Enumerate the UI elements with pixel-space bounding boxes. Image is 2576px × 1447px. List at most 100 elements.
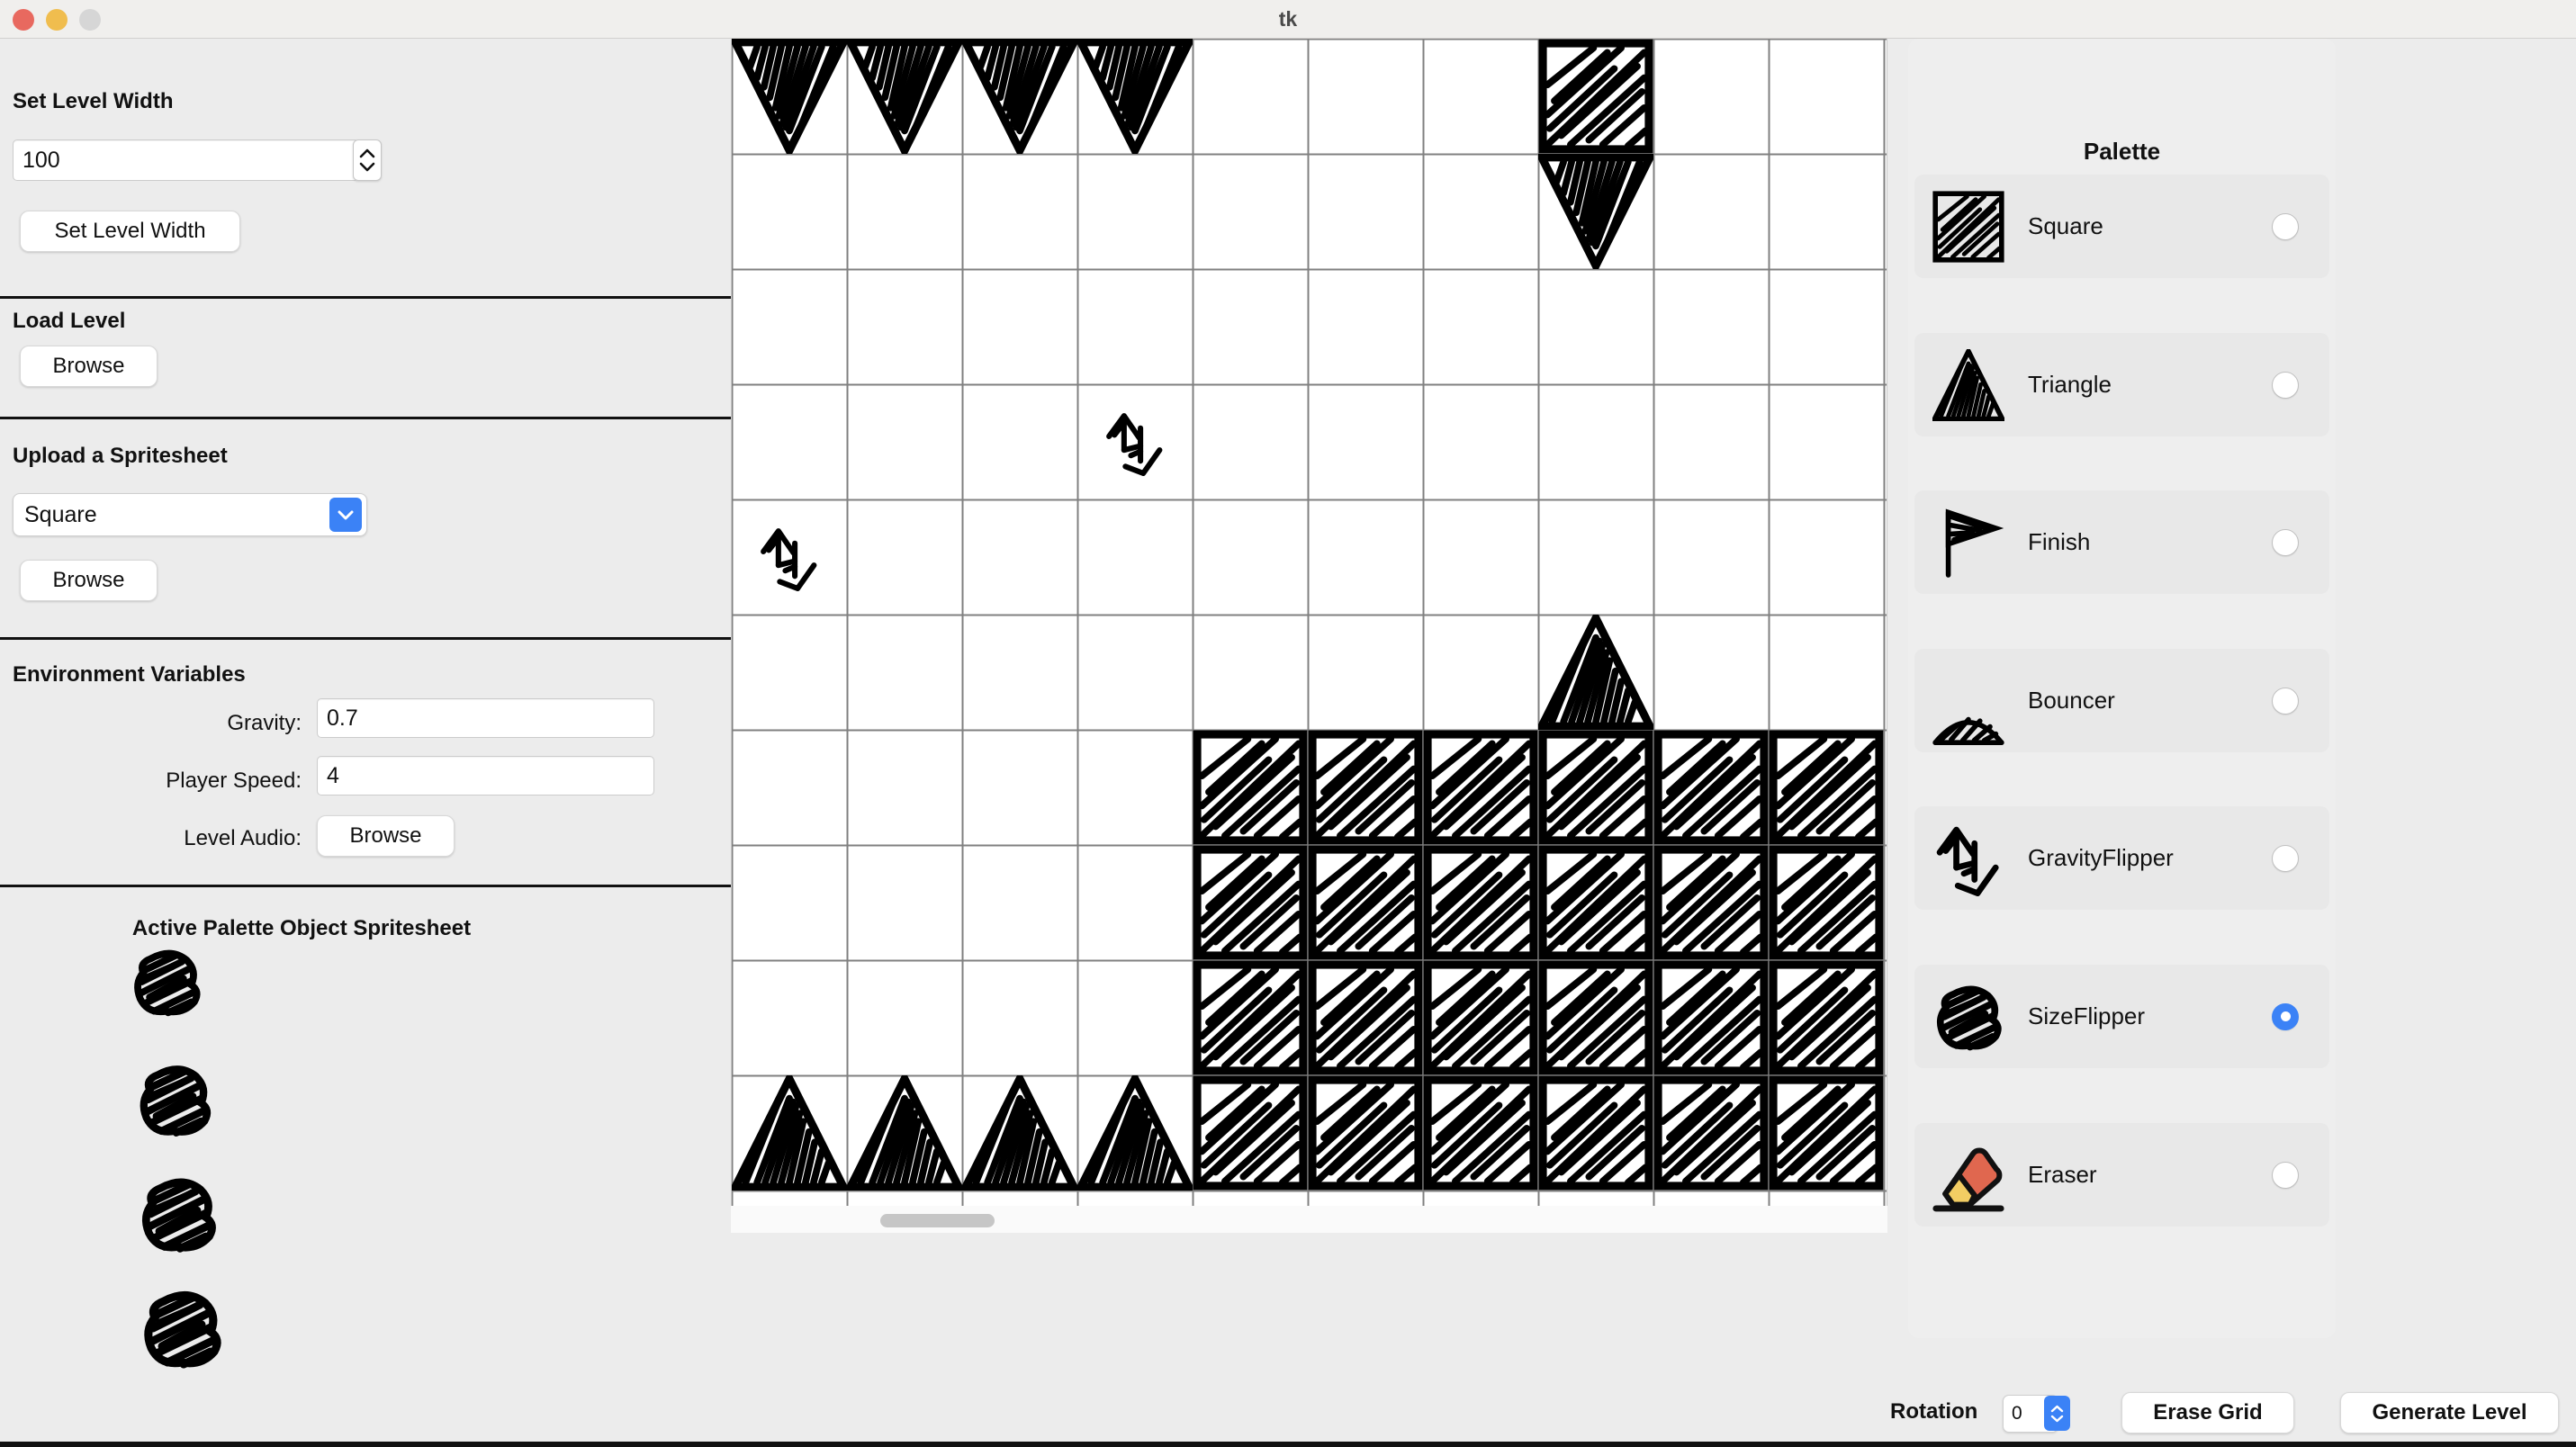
divider-2 [0, 417, 731, 419]
palette-panel: Palette Square Triangle Finish Bouncer G… [1908, 39, 2336, 1338]
palette-radio-bouncer[interactable] [2272, 687, 2299, 715]
canvas-object-triangle [1081, 1079, 1189, 1187]
player-speed-input[interactable]: 4 [317, 756, 654, 795]
palette-item-bouncer[interactable]: Bouncer [1914, 649, 2329, 752]
chevron-down-icon [2050, 1415, 2064, 1422]
canvas-object-square [1773, 1080, 1879, 1186]
level-audio-label: Level Audio: [184, 826, 302, 850]
upload-spritesheet-heading: Upload a Spritesheet [13, 444, 228, 468]
chevron-up-icon [359, 148, 375, 158]
chevron-up-icon [2050, 1405, 2064, 1412]
level-audio-browse-button[interactable]: Browse [317, 815, 455, 857]
canvas-object-square [1197, 965, 1303, 1071]
spritesheet-frame-1 [128, 943, 205, 1025]
canvas-object-square [1543, 43, 1649, 149]
left-sidebar: Set Level Width 100 Set Level Width Load… [0, 39, 731, 1447]
window-bottom-border [0, 1442, 2576, 1447]
load-level-browse-button[interactable]: Browse [20, 346, 158, 387]
active-spritesheet-heading: Active Palette Object Spritesheet [131, 916, 472, 940]
canvas-object-square [1543, 965, 1649, 1071]
triangle-sketch-icon [1914, 333, 2022, 436]
canvas-object-triangle [851, 42, 959, 150]
canvas-object-gravityflipper [763, 531, 814, 589]
canvas-object-square [1658, 849, 1764, 956]
eraser-icon [1914, 1123, 2022, 1227]
palette-radio-square[interactable] [2272, 212, 2299, 240]
level-grid[interactable] [732, 39, 1887, 1228]
set-level-width-button[interactable]: Set Level Width [20, 211, 240, 252]
spritesheet-type-value: Square [24, 501, 97, 527]
level-editor-canvas[interactable] [731, 39, 1887, 1228]
bouncer-dome-sketch-icon [1914, 649, 2022, 752]
gravity-input[interactable]: 0.7 [317, 698, 654, 738]
palette-radio-triangle[interactable] [2272, 371, 2299, 399]
divider-4 [0, 885, 731, 887]
canvas-object-square [1543, 849, 1649, 956]
palette-radio-gravityflipper[interactable] [2272, 844, 2299, 872]
generate-level-button[interactable]: Generate Level [2340, 1392, 2559, 1434]
palette-radio-finish[interactable] [2272, 528, 2299, 556]
canvas-object-square [1658, 1080, 1764, 1186]
chevron-down-icon [359, 162, 375, 172]
palette-item-label: Triangle [2028, 371, 2112, 398]
canvas-object-triangle [1542, 618, 1650, 726]
rotation-stepper[interactable] [2044, 1396, 2070, 1431]
canvas-horizontal-scrollbar[interactable] [880, 1214, 995, 1227]
player-speed-label: Player Speed: [166, 768, 302, 793]
spritesheet-frame-4 [137, 1283, 227, 1378]
rotation-value: 0 [2012, 1403, 2022, 1424]
canvas-object-square [1658, 734, 1764, 840]
gravity-label: Gravity: [227, 711, 302, 735]
palette-item-label: Finish [2028, 528, 2091, 555]
canvas-object-square [1658, 965, 1764, 1071]
sizeflipper-sketch-icon [1914, 965, 2022, 1068]
palette-radio-eraser[interactable] [2272, 1161, 2299, 1189]
canvas-object-square [1312, 734, 1419, 840]
canvas-object-square [1543, 734, 1649, 840]
environment-variables-heading: Environment Variables [13, 662, 246, 687]
level-width-input[interactable]: 100 [13, 139, 359, 181]
canvas-object-square [1312, 1080, 1419, 1186]
canvas-object-square [1197, 849, 1303, 956]
canvas-object-triangle [966, 1079, 1074, 1187]
canvas-object-square [1428, 965, 1534, 1071]
level-width-stepper[interactable] [353, 139, 382, 181]
rotation-label: Rotation [1890, 1399, 1978, 1424]
canvas-object-triangle [851, 1079, 959, 1187]
canvas-object-square [1312, 849, 1419, 956]
spritesheet-type-select[interactable]: Square [13, 493, 367, 536]
spritesheet-browse-button[interactable]: Browse [20, 560, 158, 601]
chevron-down-icon[interactable] [329, 498, 362, 532]
erase-grid-button[interactable]: Erase Grid [2121, 1392, 2294, 1434]
canvas-object-square [1197, 1080, 1303, 1186]
flag-sketch-icon [1914, 490, 2022, 594]
canvas-object-square [1312, 965, 1419, 1071]
palette-item-label: SizeFlipper [2028, 1002, 2146, 1029]
canvas-object-square [1428, 1080, 1534, 1186]
canvas-object-triangle [735, 1079, 843, 1187]
canvas-object-square [1428, 849, 1534, 956]
gravityflipper-sketch-icon [1914, 806, 2022, 910]
palette-item-gravityflipper[interactable]: GravityFlipper [1914, 806, 2329, 910]
canvas-object-triangle [1542, 157, 1650, 265]
load-level-heading: Load Level [13, 309, 126, 333]
divider-1 [0, 296, 731, 299]
palette-item-eraser[interactable]: Eraser [1914, 1123, 2329, 1227]
palette-item-label: Bouncer [2028, 687, 2115, 714]
canvas-object-triangle [966, 42, 1074, 150]
palette-item-finish[interactable]: Finish [1914, 490, 2329, 594]
canvas-object-square [1773, 849, 1879, 956]
window-titlebar: tk [0, 0, 2576, 39]
palette-item-triangle[interactable]: Triangle [1914, 333, 2329, 436]
square-sketch-icon [1914, 175, 2022, 278]
canvas-object-square [1197, 734, 1303, 840]
canvas-object-square [1773, 965, 1879, 1071]
palette-item-label: GravityFlipper [2028, 844, 2174, 871]
spritesheet-frame-2 [133, 1058, 216, 1146]
canvas-object-gravityflipper [1109, 416, 1159, 473]
canvas-object-triangle [1081, 42, 1189, 150]
palette-item-square[interactable]: Square [1914, 175, 2329, 278]
palette-radio-sizeflipper[interactable] [2272, 1002, 2299, 1030]
palette-item-sizeflipper[interactable]: SizeFlipper [1914, 965, 2329, 1068]
spritesheet-frame-3 [135, 1171, 221, 1262]
